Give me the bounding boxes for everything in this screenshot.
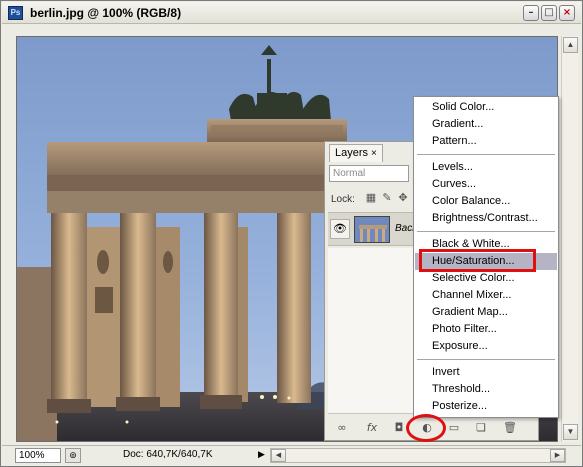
- close-button[interactable]: ×: [559, 5, 575, 21]
- folder-icon[interactable]: ▭: [445, 420, 463, 436]
- menu-item-color-balance[interactable]: Color Balance...: [415, 193, 557, 210]
- menu-separator: [417, 154, 555, 155]
- menu-item-brightness-contrast[interactable]: Brightness/Contrast...: [415, 210, 557, 227]
- menu-item-posterize[interactable]: Posterize...: [415, 398, 557, 415]
- vertical-scrollbar[interactable]: ▲ ▼: [561, 36, 578, 442]
- link-icon[interactable]: ∞: [333, 420, 351, 436]
- minimize-button[interactable]: –: [523, 5, 539, 21]
- highlight-annotation-ellipse: [406, 414, 446, 442]
- status-icon[interactable]: ⊚: [65, 448, 81, 463]
- layer-thumbnail: [354, 216, 390, 243]
- lock-paint-icon[interactable]: ✎: [381, 192, 393, 204]
- menu-item-threshold[interactable]: Threshold...: [415, 381, 557, 398]
- new-layer-icon[interactable]: ❏: [472, 420, 490, 436]
- menu-item-channel-mixer[interactable]: Channel Mixer...: [415, 287, 557, 304]
- menu-item-curves[interactable]: Curves...: [415, 176, 557, 193]
- scroll-down-arrow-icon[interactable]: ▼: [563, 424, 578, 440]
- photoshop-icon: Ps: [8, 6, 23, 20]
- layers-tab-label: Layers: [335, 147, 369, 159]
- document-info: Doc: 640,7K/640,7K: [123, 449, 213, 460]
- highlight-annotation-box: [419, 249, 536, 272]
- menu-item-gradient[interactable]: Gradient...: [415, 116, 557, 133]
- trash-icon[interactable]: 🗑: [501, 420, 519, 436]
- menu-item-solid-color[interactable]: Solid Color...: [415, 99, 557, 116]
- menu-item-exposure[interactable]: Exposure...: [415, 338, 557, 355]
- visibility-eye-icon[interactable]: 👁: [330, 219, 350, 239]
- scroll-left-arrow-icon[interactable]: ◀: [271, 449, 286, 462]
- lock-label: Lock:: [331, 194, 355, 205]
- lock-transparency-icon[interactable]: ▦: [365, 192, 377, 204]
- document-window: Ps berlin.jpg @ 100% (RGB/8) – □ × ▲ ▼ 1…: [0, 0, 583, 467]
- menu-item-levels[interactable]: Levels...: [415, 159, 557, 176]
- menu-item-selective-color[interactable]: Selective Color...: [415, 270, 557, 287]
- menu-item-invert[interactable]: Invert: [415, 364, 557, 381]
- lock-move-icon[interactable]: ✥: [397, 192, 409, 204]
- horizontal-scrollbar[interactable]: ◀ ▶: [270, 448, 566, 463]
- scroll-right-arrow-icon[interactable]: ▶: [550, 449, 565, 462]
- menu-item-pattern[interactable]: Pattern...: [415, 133, 557, 150]
- blend-mode-select[interactable]: Normal: [329, 165, 409, 182]
- window-title: berlin.jpg @ 100% (RGB/8): [30, 6, 182, 20]
- tab-layers[interactable]: Layers ×: [329, 144, 383, 162]
- menu-item-photo-filter[interactable]: Photo Filter...: [415, 321, 557, 338]
- close-tab-icon[interactable]: ×: [371, 148, 377, 159]
- title-bar[interactable]: Ps berlin.jpg @ 100% (RGB/8) – □ ×: [2, 2, 581, 24]
- zoom-level-field[interactable]: 100%: [15, 448, 61, 463]
- status-menu-arrow-icon[interactable]: ▶: [258, 449, 265, 460]
- menu-separator: [417, 359, 555, 360]
- menu-item-gradient-map[interactable]: Gradient Map...: [415, 304, 557, 321]
- maximize-button[interactable]: □: [541, 5, 557, 21]
- menu-separator: [417, 231, 555, 232]
- scroll-up-arrow-icon[interactable]: ▲: [563, 37, 578, 53]
- status-bar: 100% ⊚ Doc: 640,7K/640,7K ▶ ◀ ▶: [2, 445, 581, 465]
- fx-icon[interactable]: fx: [363, 420, 381, 436]
